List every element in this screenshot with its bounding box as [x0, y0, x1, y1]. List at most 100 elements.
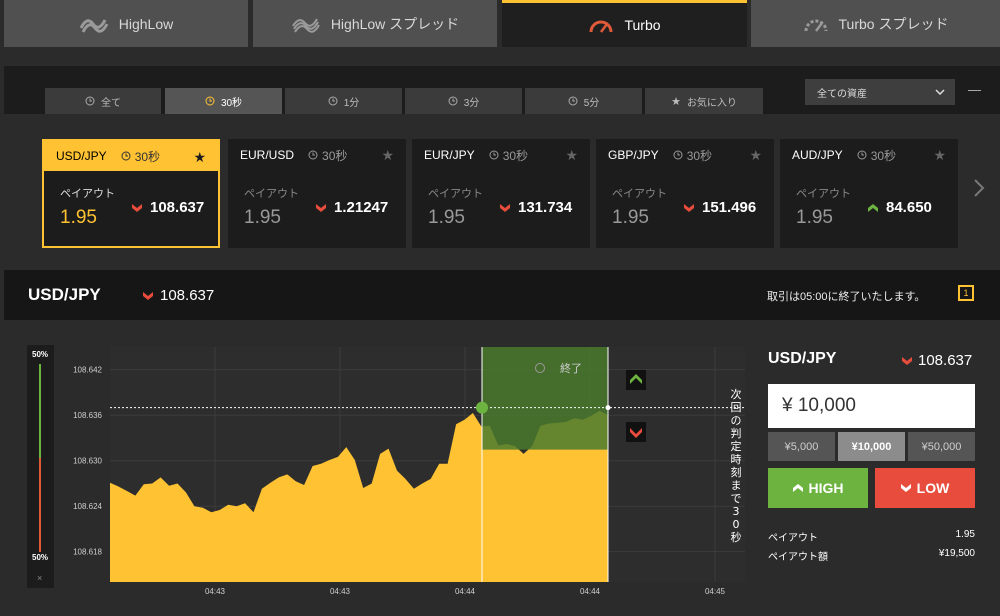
low-button[interactable]: LOW — [875, 468, 975, 508]
subtab-label: お気に入り — [686, 97, 737, 109]
clock-icon — [205, 96, 215, 106]
y-tick-label: 108.636 — [73, 411, 102, 420]
info-pair: USD/JPY — [28, 285, 101, 304]
chevron-down-icon — [935, 89, 945, 95]
down-arrow-icon — [902, 357, 912, 365]
high-button[interactable]: HIGH — [768, 468, 868, 508]
tab-turbo[interactable]: Turbo — [502, 0, 747, 47]
clock-icon — [673, 150, 683, 160]
entry-marker — [476, 401, 488, 414]
next-expiry-char: 秒 — [731, 530, 742, 544]
quick-amount-10000[interactable]: ¥10,000 — [838, 432, 905, 461]
down-arrow-icon — [316, 203, 326, 212]
card-pair: EUR/JPY — [424, 148, 475, 162]
high-label: HIGH — [808, 480, 844, 496]
asset-card-audjpy[interactable]: AUD/JPY 30秒 ★ ペイアウト 1.95 84.650 — [780, 139, 958, 248]
low-signal-badge — [626, 422, 646, 442]
clock-icon — [328, 96, 338, 106]
down-arrow-icon — [900, 484, 911, 492]
asset-card-eurusd[interactable]: EUR/USD 30秒 ★ ペイアウト 1.95 1.21247 — [228, 139, 406, 248]
down-arrow-icon — [132, 203, 142, 212]
gauge-low-bar — [39, 458, 41, 552]
trade-rate: 108.637 — [918, 352, 973, 369]
x-tick-label: 04:43 — [205, 587, 226, 596]
clock-icon — [568, 96, 578, 106]
down-arrow-icon — [143, 292, 153, 300]
subtab-1m[interactable]: 1分 — [285, 88, 402, 114]
clock-icon — [85, 96, 95, 106]
clock-icon — [121, 151, 131, 161]
asset-card-eurjpy[interactable]: EUR/JPY 30秒 ★ ペイアウト 1.95 131.734 — [412, 139, 590, 248]
expiry-window — [482, 347, 608, 450]
expiry-notice: 取引は05:00に終了いたします。 — [767, 291, 926, 303]
current-price-dot — [605, 405, 611, 411]
subtab-label: 30秒 — [220, 97, 243, 109]
payout-label: ペイアウト — [768, 533, 818, 544]
subtab-label: 3分 — [463, 97, 480, 109]
quick-amount-5000[interactable]: ¥5,000 — [768, 432, 835, 461]
turbo-spread-gauge-icon — [804, 19, 828, 32]
favorite-star-icon[interactable]: ★ — [565, 147, 578, 164]
amount-input[interactable]: ¥ 10,000 — [768, 384, 975, 428]
next-arrow-icon[interactable] — [973, 178, 985, 198]
card-pair: AUD/JPY — [792, 148, 843, 162]
next-expiry-char: で — [731, 492, 742, 505]
card-duration: 30秒 — [322, 148, 348, 163]
subtab-all[interactable]: 全て — [45, 88, 161, 114]
tab-highlow-spread[interactable]: HighLow スプレッド — [253, 0, 497, 47]
down-arrow-icon — [500, 203, 510, 212]
quick-amount-50000[interactable]: ¥50,000 — [908, 432, 975, 461]
subtab-favorites[interactable]: ★ お気に入り — [645, 88, 763, 114]
x-tick-label: 04:44 — [580, 587, 601, 596]
price-chart[interactable]: 108.642 108.636 108.630 108.624 108.618 04:43… — [60, 340, 750, 610]
next-expiry-char: 回 — [731, 401, 742, 414]
low-label: LOW — [916, 480, 950, 496]
next-expiry-char: 3 — [733, 505, 740, 518]
payout-value: 1.95 — [955, 529, 975, 540]
card-rate: 151.496 — [702, 199, 757, 216]
clock-icon — [448, 96, 458, 106]
card-duration: 30秒 — [502, 148, 529, 163]
subtab-5m[interactable]: 5分 — [525, 88, 642, 114]
x-tick-label: 04:45 — [705, 587, 726, 596]
card-rate: 131.734 — [518, 199, 573, 216]
tab-turbo-spread[interactable]: Turbo スプレッド — [751, 0, 1000, 47]
next-expiry-char: 判 — [731, 427, 742, 440]
x-tick-label: 04:44 — [455, 587, 476, 596]
card-duration: 30秒 — [870, 148, 897, 163]
next-expiry-char: 定 — [731, 439, 742, 453]
favorite-star-icon[interactable]: ★ — [749, 147, 762, 164]
clock-icon — [308, 150, 318, 160]
asset-filter-select[interactable]: 全ての資産 — [805, 79, 955, 105]
asset-card-usdjpy[interactable]: USD/JPY 30秒 ★ ペイアウト 1.95 108.637 — [42, 139, 220, 248]
tab-label: HighLow スプレッド — [330, 15, 460, 32]
minimize-button[interactable]: — — [968, 82, 981, 97]
info-rate: 108.637 — [160, 287, 215, 304]
tab-label: Turbo — [624, 17, 661, 33]
subtab-label: 1分 — [343, 97, 360, 109]
favorite-star-icon[interactable]: ★ — [193, 149, 206, 166]
favorite-star-icon[interactable]: ★ — [933, 147, 946, 164]
gauge-close-button[interactable]: × — [37, 573, 42, 583]
gauge-top-label: 50% — [32, 350, 49, 359]
help-icon[interactable]: 1 — [958, 285, 974, 301]
favorite-star-icon[interactable]: ★ — [381, 147, 394, 164]
card-rate: 1.21247 — [334, 199, 389, 216]
clock-icon — [489, 150, 499, 160]
next-expiry-char: 刻 — [731, 465, 742, 479]
highlow-icon — [79, 18, 109, 33]
card-pair: USD/JPY — [56, 149, 107, 163]
subtab-label: 5分 — [583, 97, 600, 109]
tab-label: HighLow — [118, 15, 174, 32]
clock-icon — [857, 150, 867, 160]
expiry-window-label: 終了 — [560, 361, 582, 375]
tab-highlow[interactable]: HighLow — [4, 0, 248, 47]
y-tick-label: 108.630 — [73, 457, 102, 466]
subtab-3m[interactable]: 3分 — [405, 88, 522, 114]
card-pair: GBP/JPY — [608, 148, 659, 162]
asset-card-gbpjpy[interactable]: GBP/JPY 30秒 ★ ペイアウト 1.95 151.496 — [596, 139, 774, 248]
highlow-spread-icon — [291, 18, 320, 33]
subtab-30s[interactable]: 30秒 — [165, 88, 282, 114]
y-tick-label: 108.618 — [73, 548, 102, 557]
next-expiry-char: 次 — [731, 387, 742, 401]
